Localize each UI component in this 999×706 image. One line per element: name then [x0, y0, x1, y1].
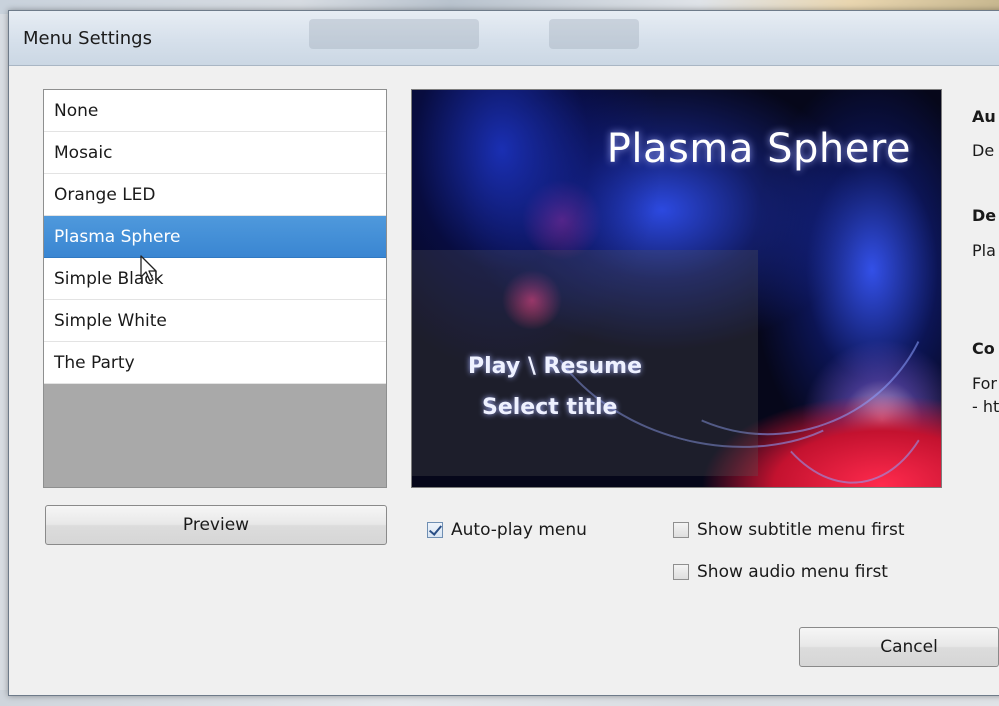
- audio-menu-first-row[interactable]: Show audio menu first: [673, 562, 888, 582]
- subtitle-menu-first-checkbox[interactable]: [673, 522, 689, 538]
- menu-style-item-plasma-sphere[interactable]: Plasma Sphere: [44, 216, 386, 258]
- menu-settings-dialog: Menu Settings None Mosaic Orange LED Pla…: [8, 10, 999, 696]
- info-author-heading: Au: [972, 107, 996, 126]
- menu-style-list[interactable]: None Mosaic Orange LED Plasma Sphere Sim…: [43, 89, 387, 488]
- dialog-title: Menu Settings: [23, 28, 152, 49]
- info-copyright-value: For: [972, 374, 997, 393]
- info-copyright-link: - ht: [972, 397, 999, 416]
- preview-title: Plasma Sphere: [606, 126, 911, 172]
- autoplay-menu-checkbox[interactable]: [427, 522, 443, 538]
- menu-style-item-orange-led[interactable]: Orange LED: [44, 174, 386, 216]
- subtitle-menu-first-label: Show subtitle menu first: [697, 520, 905, 540]
- menu-preview-pane: Plasma Sphere Play \ Resume Select title: [411, 89, 942, 488]
- preview-option-select-title: Select title: [482, 395, 618, 420]
- info-description-heading: De: [972, 206, 997, 225]
- preview-option-play-resume: Play \ Resume: [468, 354, 642, 379]
- menu-style-item-none[interactable]: None: [44, 90, 386, 132]
- autoplay-menu-row[interactable]: Auto-play menu: [427, 520, 587, 540]
- menu-style-item-the-party[interactable]: The Party: [44, 342, 386, 384]
- title-bar-reflection: [549, 19, 639, 49]
- info-copyright-heading: Co: [972, 339, 995, 358]
- autoplay-menu-label: Auto-play menu: [451, 520, 587, 540]
- info-author-value: De: [972, 141, 995, 160]
- menu-style-item-simple-black[interactable]: Simple Black: [44, 258, 386, 300]
- title-bar-reflection: [309, 19, 479, 49]
- preview-button[interactable]: Preview: [45, 505, 387, 545]
- audio-menu-first-label: Show audio menu first: [697, 562, 888, 582]
- info-description-value: Pla: [972, 241, 996, 260]
- title-bar[interactable]: Menu Settings: [9, 11, 999, 66]
- menu-style-item-simple-white[interactable]: Simple White: [44, 300, 386, 342]
- subtitle-menu-first-row[interactable]: Show subtitle menu first: [673, 520, 905, 540]
- audio-menu-first-checkbox[interactable]: [673, 564, 689, 580]
- cancel-button[interactable]: Cancel: [799, 627, 999, 667]
- menu-style-item-mosaic[interactable]: Mosaic: [44, 132, 386, 174]
